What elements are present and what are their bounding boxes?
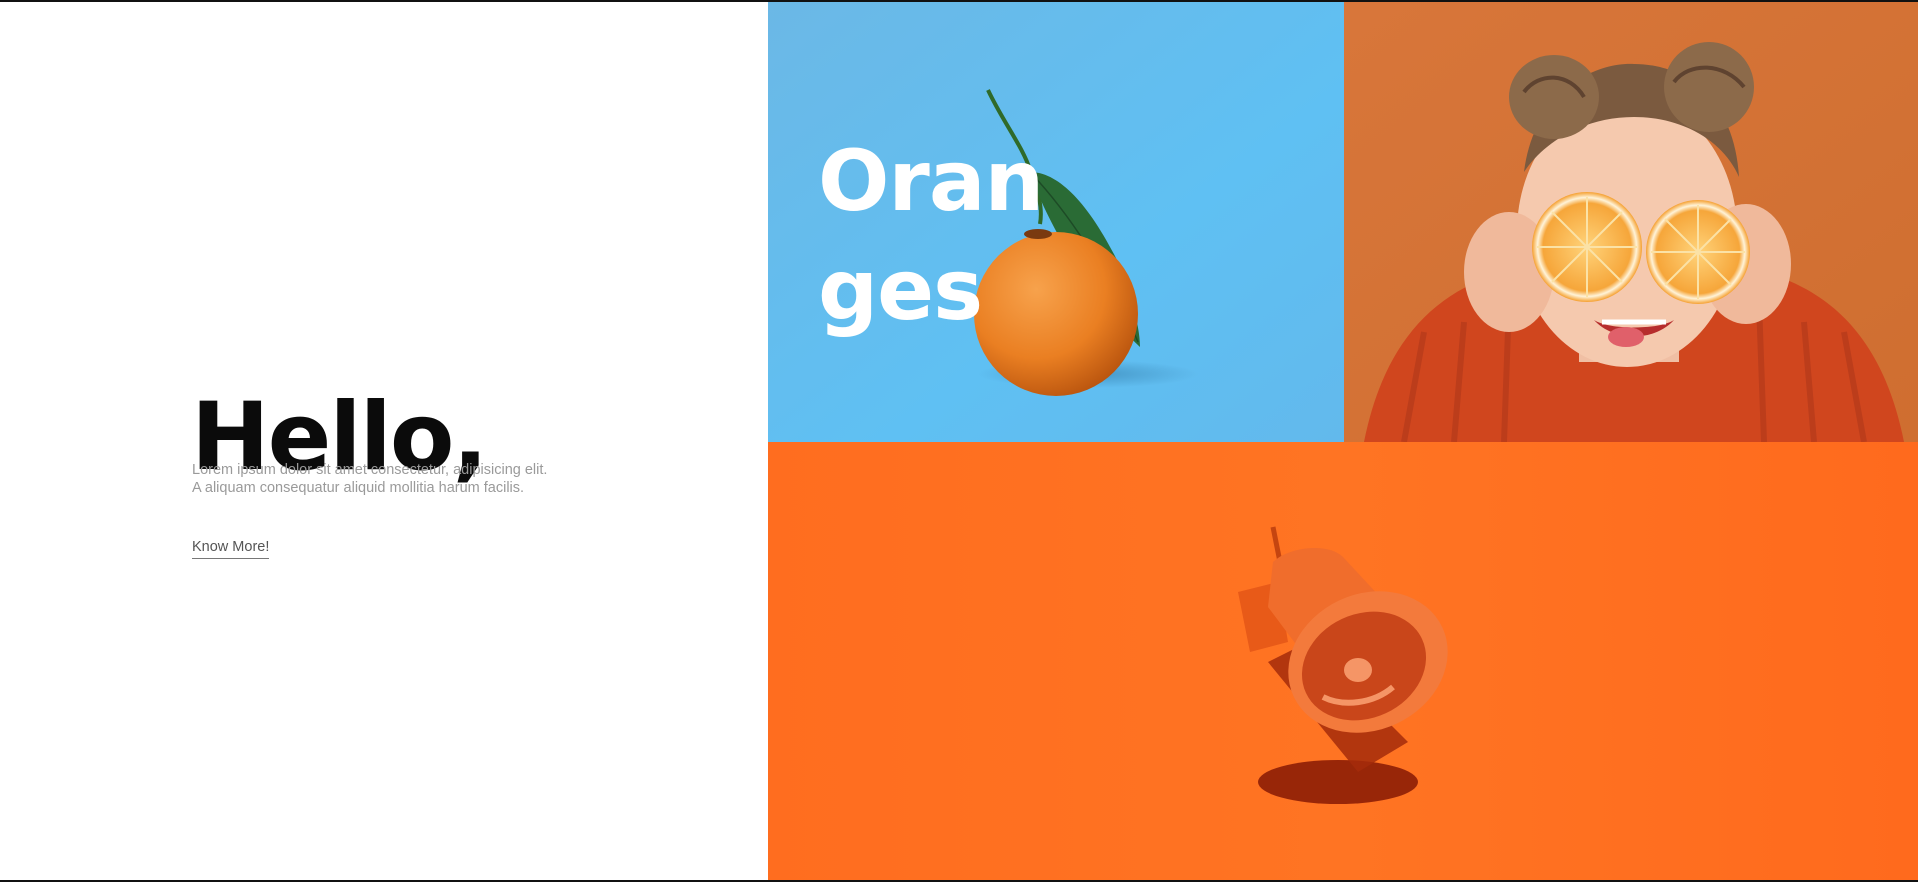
girl-portrait-image — [1344, 2, 1918, 442]
hero-panel: Hello, Lorem ipsum dolor sit amet consec… — [0, 2, 768, 880]
know-more-link[interactable]: Know More! — [192, 539, 270, 559]
description-line: Lorem ipsum dolor sit amet consectetur, … — [192, 462, 548, 478]
megaphone-tile — [768, 442, 1918, 880]
oranges-title-line: ges — [818, 241, 983, 339]
girl-with-oranges-tile — [1344, 2, 1918, 442]
oranges-title: Oran ges — [818, 127, 1044, 345]
oranges-tile: Oran ges — [768, 2, 1344, 442]
hero-description: Lorem ipsum dolor sit amet consectetur, … — [192, 461, 612, 497]
megaphone-image — [768, 442, 1918, 880]
page-frame: Hello, Lorem ipsum dolor sit amet consec… — [0, 2, 1918, 880]
oranges-title-line: Oran — [818, 132, 1044, 230]
description-line: A aliquam consequatur aliquid mollitia h… — [192, 480, 525, 496]
